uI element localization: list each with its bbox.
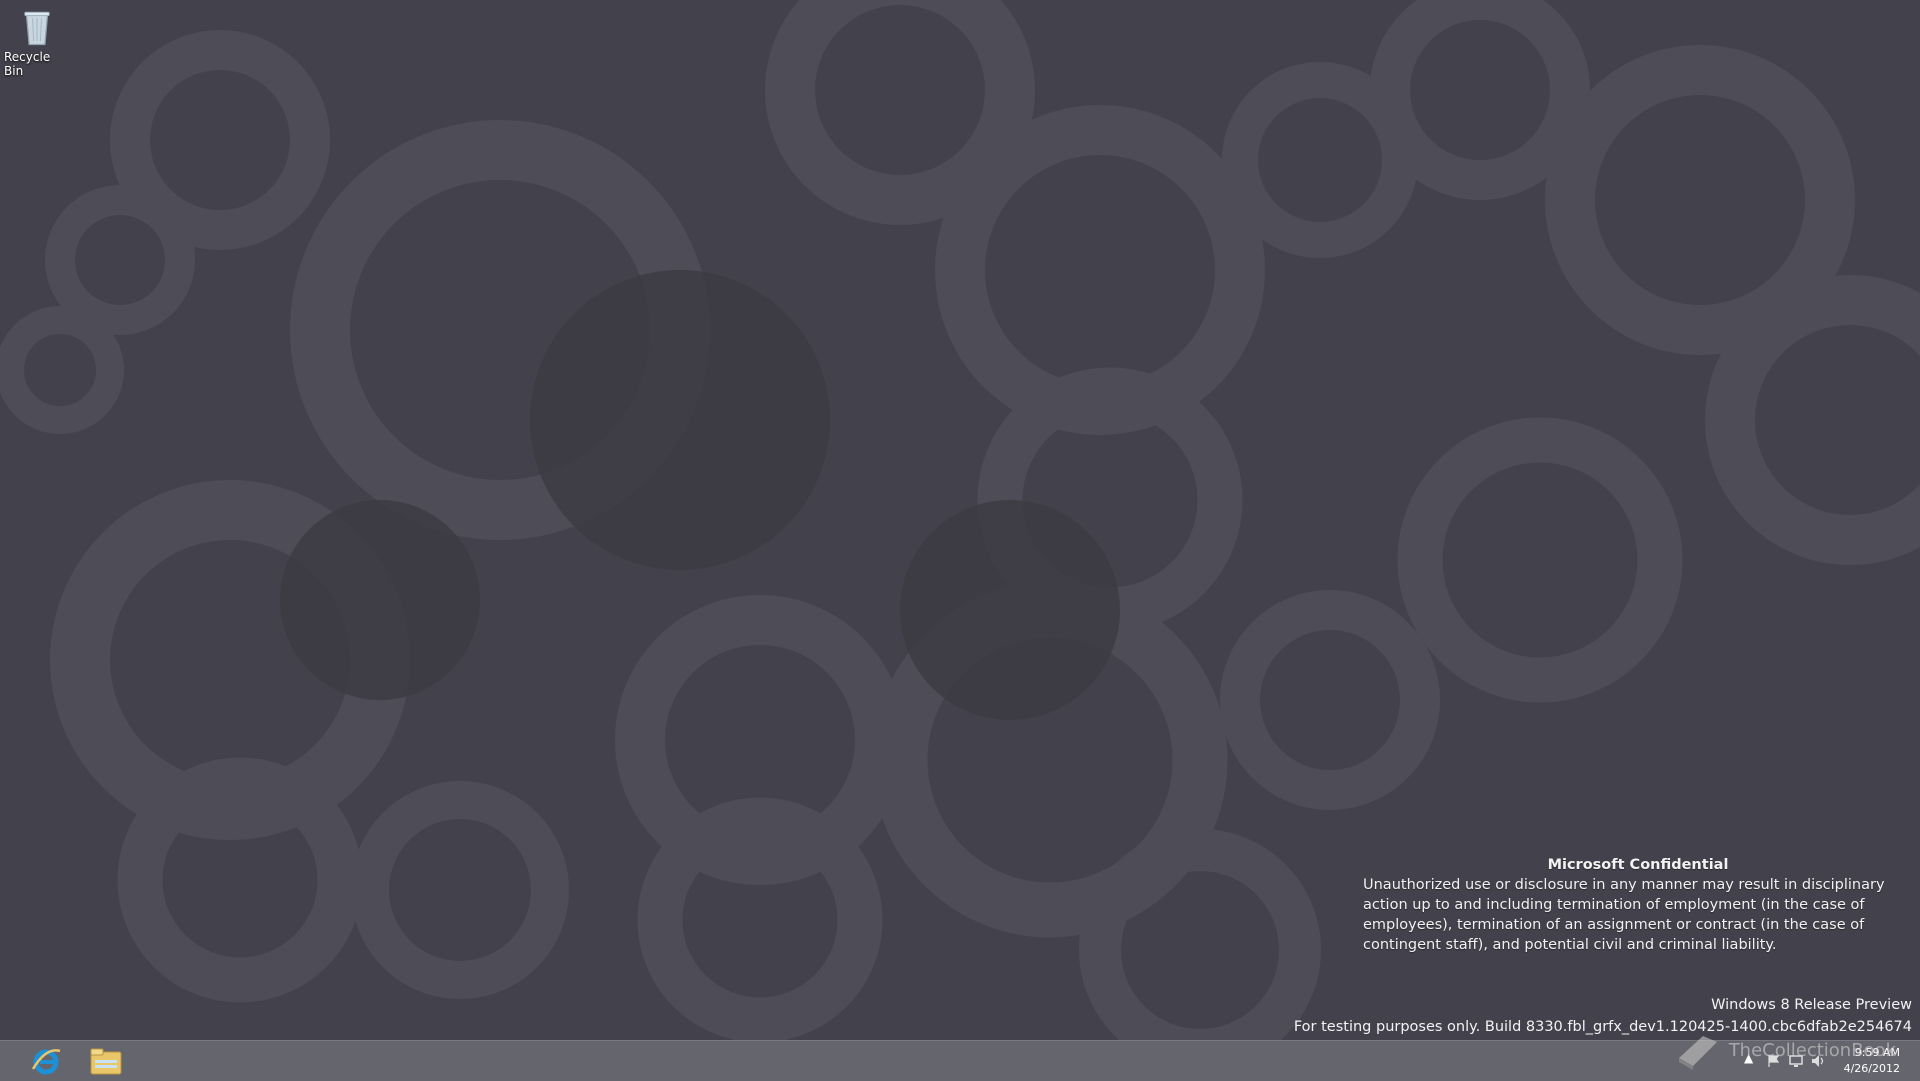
collection-book-text: TheCollectionBook: [1728, 1039, 1896, 1061]
book-logo-icon: [1678, 1036, 1717, 1070]
confidential-notice: Microsoft Confidential Unauthorized use …: [1363, 855, 1920, 955]
recycle-bin-label: Recycle Bin: [4, 50, 51, 78]
recycle-bin[interactable]: Recycle Bin: [4, 6, 70, 78]
taskbar: ▲ 9:59 AM 4/26/2012: [0, 1040, 1920, 1081]
collection-book-watermark: TheCollectionBook: [1673, 1028, 1896, 1072]
taskbar-file-explorer[interactable]: [84, 1045, 128, 1077]
watermark-edition: Windows 8 Release Preview: [1711, 997, 1912, 1013]
recycle-bin-icon: [24, 11, 50, 46]
internet-explorer-icon: [31, 1049, 61, 1075]
notice-title: Microsoft Confidential: [1547, 857, 1729, 873]
taskbar-internet-explorer[interactable]: [24, 1045, 68, 1077]
file-explorer-icon: [90, 1048, 122, 1075]
notice-body: Unauthorized use or disclosure in any ma…: [1363, 877, 1885, 953]
